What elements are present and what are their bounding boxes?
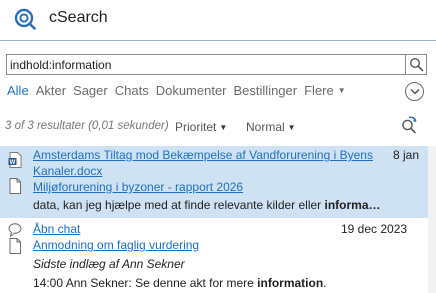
result-snippet: 14:00 Ann Sekner: Se denne akt for mere … [33,276,327,290]
tab-more-label: Flere [304,83,334,98]
snippet-text-end: . [323,276,327,290]
result-date: 19 dec 2023 [341,222,408,236]
search-input[interactable] [10,57,402,73]
result-count: 3 of 3 resultater (0,01 sekunder) [5,120,169,132]
result-title-link[interactable]: Amsterdams Tiltag mod Bekæmpelse af Vand… [33,148,373,162]
csearch-logo-icon [14,8,36,30]
document-icon [9,178,21,194]
word-document-icon: W [8,152,22,168]
tab-more-dropdown[interactable]: Flere ▼ [304,83,346,98]
tab-dokumenter[interactable]: Dokumenter [156,83,227,98]
result-subtitle-link[interactable]: Anmodning om faglig vurdering [33,238,199,252]
sort-priority-dropdown[interactable]: Prioritet ▼ [175,120,227,134]
result-item[interactable]: Åbn chat 19 dec 2023 Anmodning om faglig… [0,220,428,293]
sort-priority-label: Prioritet [175,120,217,134]
results-scrollbar[interactable] [428,146,436,293]
tab-alle[interactable]: Alle [7,83,29,98]
search-field[interactable] [6,54,406,75]
search-button[interactable] [406,54,427,75]
snippet-highlight: informa… [324,198,381,212]
app-title: cSearch [49,9,108,26]
tab-sager[interactable]: Sager [73,83,108,98]
svg-text:W: W [10,160,16,166]
title-bar: cSearch [0,0,436,40]
last-post-meta: Sidste indlæg af Ann Sekner [33,257,185,271]
refresh-search-icon[interactable] [400,116,418,134]
result-title-link-continued[interactable]: Kanaler.docx [33,164,102,178]
sort-order-label: Normal [246,120,285,134]
result-date: 8 jan [393,148,420,162]
result-subtitle-link[interactable]: Miljøforurening i byzoner - rapport 2026 [33,180,243,194]
search-icon [409,57,423,72]
expand-filters-button[interactable] [405,82,424,101]
tab-bestillinger[interactable]: Bestillinger [234,83,298,98]
caret-down-icon: ▼ [219,123,228,132]
sort-order-dropdown[interactable]: Normal ▼ [246,120,296,134]
tab-chats[interactable]: Chats [115,83,149,98]
title-divider [0,40,436,41]
snippet-highlight: information [257,276,324,290]
snippet-text: data, kan jeg hjælpe med at finde releva… [33,198,325,212]
result-snippet: data, kan jeg hjælpe med at finde releva… [33,198,381,212]
chat-icon [8,223,22,238]
document-icon [9,238,21,254]
caret-down-icon: ▼ [287,123,296,132]
tab-akter[interactable]: Akter [36,83,66,98]
chevron-down-icon [409,88,420,95]
snippet-text: 14:00 Ann Sekner: Se denne akt for mere [33,276,258,290]
category-tabs: Alle Akter Sager Chats Dokumenter Bestil… [7,83,346,101]
result-item[interactable]: W Amsterdams Tiltag mod Bekæmpelse af Va… [0,146,428,218]
open-chat-link[interactable]: Åbn chat [33,222,80,236]
caret-down-icon: ▼ [337,86,346,95]
